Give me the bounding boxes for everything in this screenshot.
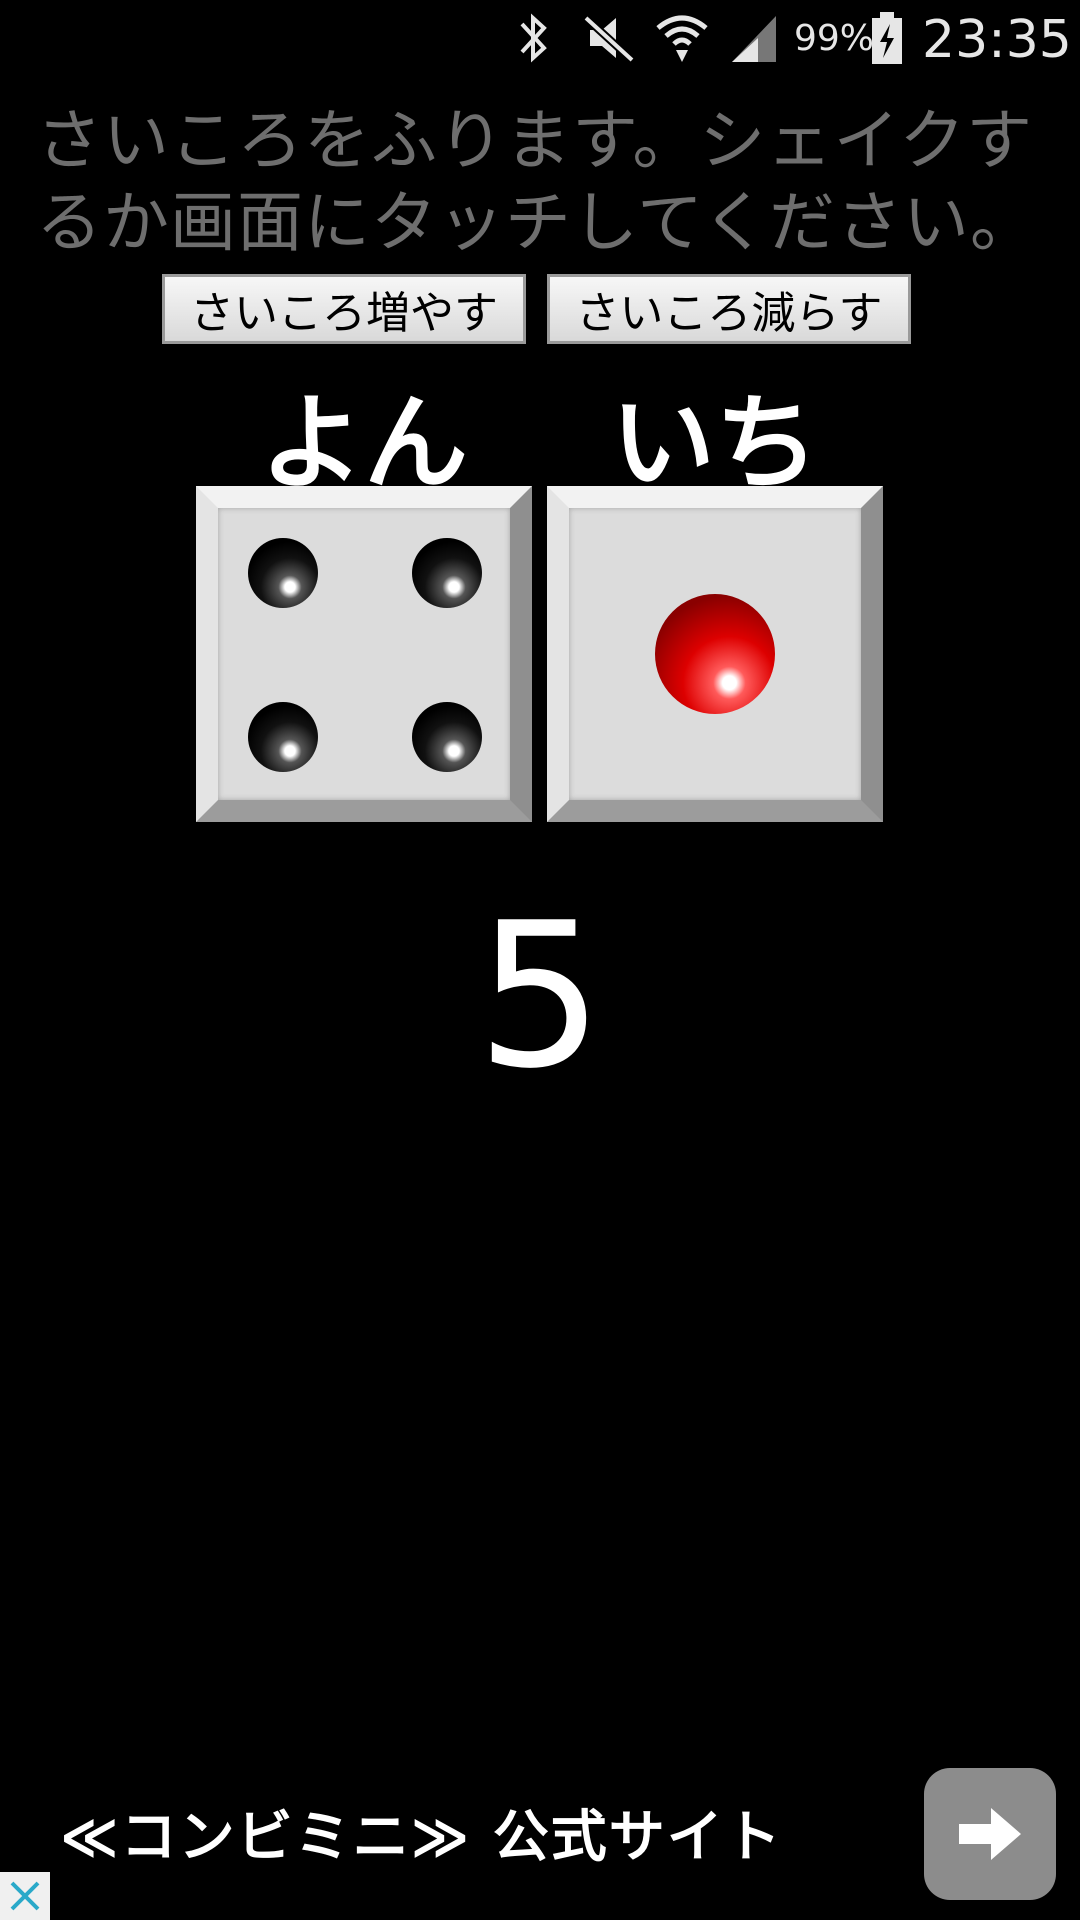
mute-icon [583, 15, 635, 63]
clock: 23:35 [922, 10, 1072, 70]
pip [412, 702, 482, 772]
battery-charging-icon [872, 12, 902, 64]
wifi-icon [656, 15, 708, 62]
pip [248, 702, 318, 772]
close-icon [10, 1881, 40, 1911]
pip-red [655, 594, 775, 714]
ad-banner-text[interactable]: ≪コンビミニ≫ 公式サイト [60, 1792, 783, 1873]
arrow-right-icon [959, 1808, 1021, 1860]
battery-percent: 99% [794, 18, 875, 59]
ad-close-button[interactable] [0, 1872, 50, 1920]
pip [412, 538, 482, 608]
pip [248, 538, 318, 608]
status-bar: 99% 23:35 [0, 0, 1080, 78]
bluetooth-icon [520, 13, 547, 63]
signal-icon [732, 16, 776, 62]
ad-open-button[interactable] [924, 1768, 1056, 1900]
increase-dice-button[interactable]: さいころ増やす [162, 274, 526, 344]
dice-total: 5 [476, 880, 604, 1113]
die-2[interactable] [547, 486, 883, 822]
die-1[interactable] [196, 486, 532, 822]
decrease-dice-button[interactable]: さいころ減らす [547, 274, 911, 344]
instruction-text: さいころをふります。シェイクするか画面にタッチしてください。 [36, 102, 1038, 261]
